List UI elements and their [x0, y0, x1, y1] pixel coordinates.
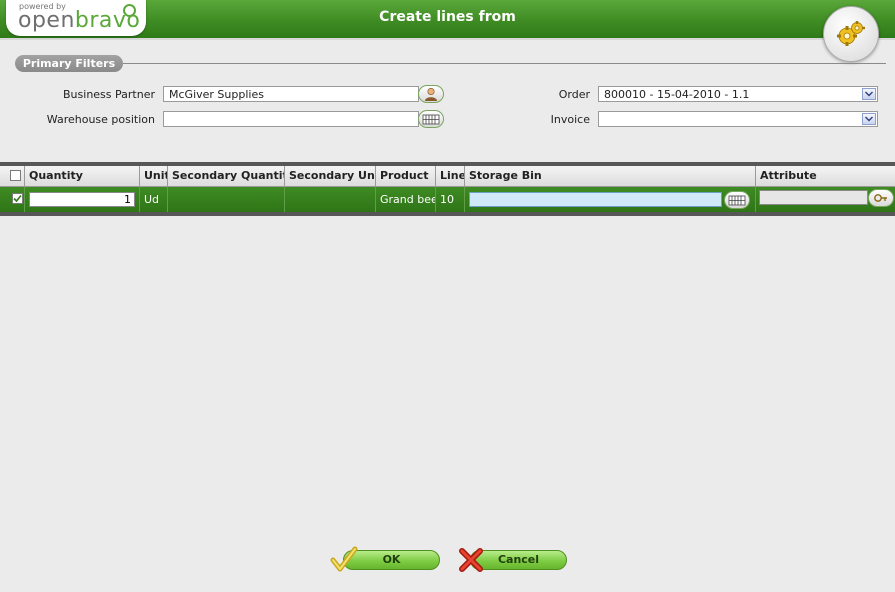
column-header-product[interactable]: Product — [376, 166, 436, 186]
secondary-unit-cell — [285, 187, 376, 212]
unit-cell: Ud — [140, 187, 168, 212]
invoice-label: Invoice — [550, 113, 590, 126]
attribute-cell — [756, 187, 895, 212]
product-cell: Grand beer — [376, 187, 436, 212]
quantity-cell — [25, 187, 140, 212]
chevron-down-icon[interactable] — [862, 113, 876, 125]
order-select[interactable]: 800010 - 15-04-2010 - 1.1 — [598, 86, 878, 102]
order-label: Order — [558, 88, 590, 101]
column-header-attribute[interactable]: Attribute — [756, 166, 895, 186]
select-all-cell — [0, 166, 25, 186]
quantity-input[interactable] — [29, 192, 135, 207]
select-all-checkbox[interactable] — [10, 170, 21, 181]
cancel-button-label: Cancel — [497, 553, 540, 566]
cancel-button[interactable]: Cancel — [470, 550, 567, 570]
line-cell: 10 — [436, 187, 465, 212]
column-header-storage-bin[interactable]: Storage Bin — [465, 166, 756, 186]
key-arrow-icon — [874, 194, 887, 202]
storage-bin-search-button[interactable] — [724, 191, 750, 209]
invoice-select[interactable] — [598, 111, 878, 127]
chevron-down-icon[interactable] — [862, 88, 876, 100]
gear-icon — [837, 21, 865, 46]
attribute-edit-button[interactable] — [868, 189, 894, 207]
window-header: powered by openbravo Create lines from — [0, 0, 895, 40]
warehouse-icon — [728, 195, 746, 206]
grid-header: Quantity Unit Secondary Quantity Seconda… — [0, 166, 895, 187]
secondary-quantity-cell — [168, 187, 285, 212]
business-partner-label: Business Partner — [63, 88, 155, 101]
warehouse-position-label: Warehouse position — [46, 113, 155, 126]
column-header-secondary-quantity[interactable]: Secondary Quantity — [168, 166, 285, 186]
warehouse-position-field[interactable] — [163, 111, 419, 127]
grid-bottom-border — [0, 212, 895, 216]
primary-filters-header[interactable]: Primary Filters — [15, 55, 123, 72]
column-header-unit[interactable]: Unit — [140, 166, 168, 186]
warehouse-position-search-button[interactable] — [418, 110, 444, 128]
column-header-line[interactable]: Line — [436, 166, 465, 186]
business-partner-search-button[interactable] — [418, 85, 444, 103]
row-select-cell — [0, 187, 25, 212]
order-select-value: 800010 - 15-04-2010 - 1.1 — [604, 88, 750, 101]
person-icon — [425, 87, 437, 101]
settings-gear-button[interactable] — [823, 6, 879, 62]
row-select-checkbox[interactable] — [12, 193, 23, 204]
ok-button-label: OK — [382, 553, 401, 566]
section-divider — [123, 63, 886, 64]
business-partner-field[interactable]: McGiver Supplies — [163, 86, 419, 102]
checkmark-icon — [330, 546, 358, 572]
table-row[interactable]: Ud Grand beer 10 — [0, 187, 895, 212]
column-header-secondary-unit[interactable]: Secondary Unit — [285, 166, 376, 186]
close-icon — [459, 548, 483, 572]
attribute-input[interactable] — [759, 190, 868, 205]
checkmark-icon — [13, 194, 22, 203]
warehouse-icon — [422, 114, 440, 125]
column-header-quantity[interactable]: Quantity — [25, 166, 140, 186]
storage-bin-input[interactable] — [469, 192, 722, 207]
window-title: Create lines from — [379, 9, 516, 25]
storage-bin-cell — [465, 187, 756, 212]
